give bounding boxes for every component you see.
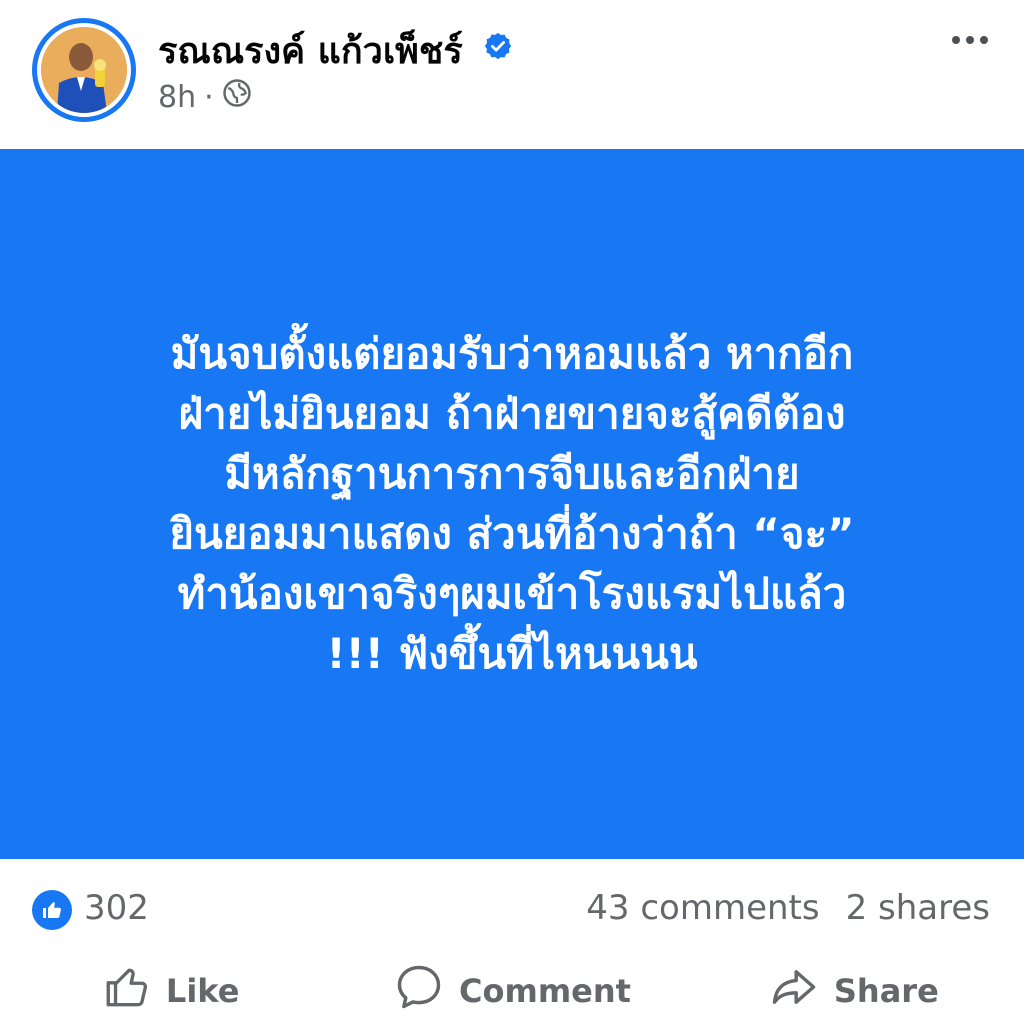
post-meta: 8h · <box>158 78 252 116</box>
like-count[interactable]: 302 <box>84 888 149 928</box>
like-label: Like <box>165 972 240 1010</box>
post-text-line: ฝ่ายไม่ยินยอม ถ้าฝ่ายขายจะสู้คดีต้อง <box>178 389 846 438</box>
author-name-text[interactable]: รณณรงค์ แก้วเพ็ชร์ <box>158 31 463 72</box>
post-text-line: มีหลักฐานการการจีบและอีกฝ่าย <box>224 449 800 498</box>
post-text-line: มันจบตั้งแต่ยอมรับว่าหอมแล้ว หากอีก <box>170 329 854 378</box>
more-options-icon[interactable] <box>952 36 988 44</box>
comment-count[interactable]: 43 comments <box>586 888 819 928</box>
share-arrow-icon <box>768 961 820 1021</box>
post-header: รณณรงค์ แก้วเพ็ชร์ 8h · <box>0 0 1024 148</box>
more-dot <box>980 36 988 44</box>
post-stats: 302 43 comments 2 shares <box>0 880 1024 940</box>
post-background[interactable]: มันจบตั้งแต่ยอมรับว่าหอมแล้ว หากอีก ฝ่าย… <box>0 149 1024 859</box>
stats-right: 43 comments 2 shares <box>586 888 990 928</box>
share-button[interactable]: Share <box>683 958 1024 1024</box>
avatar-image <box>41 27 127 113</box>
like-button[interactable]: Like <box>0 958 341 1024</box>
post-text: มันจบตั้งแต่ยอมรับว่าหอมแล้ว หากอีก ฝ่าย… <box>62 324 962 684</box>
comment-label: Comment <box>459 972 631 1010</box>
post-text-line: ทำน้องเขาจริงๆผมเข้าโรงแรมไปแล้ว <box>177 569 847 618</box>
avatar[interactable] <box>32 18 136 122</box>
more-dot <box>952 36 960 44</box>
globe-icon <box>222 78 252 116</box>
verified-badge-icon <box>483 29 513 70</box>
share-count[interactable]: 2 shares <box>846 888 990 928</box>
comment-button[interactable]: Comment <box>341 958 682 1024</box>
avatar-photo-icon <box>41 27 127 113</box>
post-time[interactable]: 8h <box>158 80 196 115</box>
post-text-line: !!! ฟังขึ้นที่ไหนนนน <box>326 629 698 678</box>
meta-separator: · <box>204 79 214 115</box>
share-label: Share <box>833 972 939 1010</box>
thumbs-up-icon[interactable] <box>32 890 72 930</box>
author-name[interactable]: รณณรงค์ แก้วเพ็ชร์ <box>158 22 513 79</box>
post-actions: Like Comment Share <box>0 958 1024 1024</box>
speech-bubble-icon <box>393 961 445 1021</box>
more-dot <box>966 36 974 44</box>
post-text-line: ยินยอมมาแสดง ส่วนที่อ้างว่าถ้า “จะ” <box>169 509 855 558</box>
thumbs-up-outline-icon <box>102 962 152 1020</box>
